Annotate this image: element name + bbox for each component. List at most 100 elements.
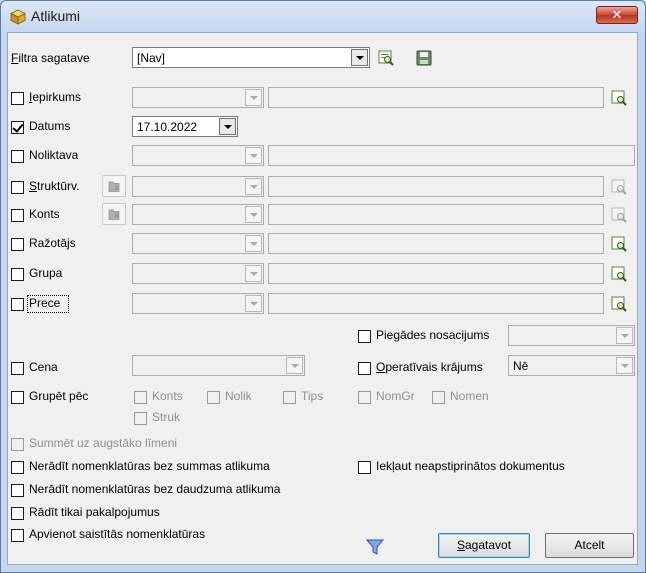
grupet-tips-label: Tips [301,389,324,403]
chevron-down-icon[interactable] [286,357,303,374]
neradit-summas-checkbox[interactable] [11,461,24,474]
datums-checkbox[interactable] [11,121,24,134]
iepirkums-checkbox[interactable] [11,92,24,105]
cena-checkbox[interactable] [11,362,24,375]
grupa-lookup-icon[interactable] [611,266,627,282]
save-icon[interactable] [416,50,432,66]
radit-pakalpojumus-checkbox[interactable] [11,507,24,520]
close-button[interactable]: ✕ [596,6,638,24]
strukturv-combo[interactable] [132,176,264,197]
close-icon: ✕ [611,7,623,22]
grupet-nomen-label: Nomen [450,389,489,403]
summet-checkbox[interactable] [11,438,24,451]
prece-field[interactable] [268,293,604,314]
grupa-combo[interactable] [132,263,264,284]
grupa-field[interactable] [268,263,604,284]
radit-pakalpojumus-label: Rādīt tikai pakalpojumus [29,505,160,519]
chevron-down-icon[interactable] [245,89,262,106]
chevron-down-icon[interactable] [245,147,262,164]
neradit-summas-label: Nerādīt nomenklatūras bez summas atlikum… [29,459,270,473]
grupet-nomgr-checkbox[interactable] [358,391,371,404]
cena-combo[interactable] [132,355,305,376]
neradit-daudzuma-label: Nerādīt nomenklatūras bez daudzuma atlik… [29,482,281,496]
grupet-nomen-checkbox[interactable] [432,391,445,404]
ieklaut-label: Iekļaut neapstiprinātos dokumentus [376,459,565,473]
title-bar[interactable]: Atlikumi ✕ [1,1,645,33]
operativais-combo[interactable]: Nē [508,355,635,376]
chevron-down-icon[interactable] [245,265,262,282]
filter-label: Filtra sagatave [11,51,90,65]
summet-label: Summēt uz augstāko līmeni [29,436,178,450]
strukturv-checkbox[interactable] [11,181,24,194]
strukturv-lookup-icon[interactable] [611,179,627,195]
iepirkums-lookup-icon[interactable] [611,90,627,106]
atcelt-button[interactable]: Atcelt [545,533,634,558]
chevron-down-icon[interactable] [245,178,262,195]
sagatavot-label-rest: agatavot [464,538,512,552]
iepirkums-combo[interactable] [132,87,264,108]
iepirkums-label-rest: epirkums [32,90,82,104]
folder-icon [108,181,120,192]
konts-field[interactable] [268,204,604,225]
chevron-down-icon[interactable] [219,118,236,135]
sagatavot-button[interactable]: Sagatavot [438,533,530,558]
operativais-checkbox[interactable] [358,362,371,375]
grupet-struk-checkbox[interactable] [134,412,147,425]
operativais-label: Operatīvais krājums [376,360,483,374]
razotajs-field[interactable] [268,233,604,254]
load-template-icon[interactable] [378,50,394,66]
noliktava-combo[interactable] [132,145,264,166]
neradit-daudzuma-checkbox[interactable] [11,484,24,497]
datums-date-value: 17.10.2022 [137,120,198,134]
noliktava-field[interactable] [268,145,635,166]
piegades-checkbox[interactable] [358,330,371,343]
strukturv-label-rest: truktūrv. [37,179,80,193]
konts-lookup-icon[interactable] [611,207,627,223]
iepirkums-field[interactable] [268,87,604,108]
strukturv-folder-button[interactable] [102,175,126,197]
piegades-combo[interactable] [508,325,635,346]
razotajs-combo[interactable] [132,233,264,254]
chevron-down-icon[interactable] [616,357,633,374]
konts-label: Konts [29,207,60,221]
chevron-down-icon[interactable] [245,295,262,312]
strukturv-mnemonic: S [29,179,38,193]
filter-template-value: [Nav] [137,51,166,65]
prece-checkbox[interactable] [11,298,24,311]
filter-label-rest: iltra sagatave [18,51,90,65]
noliktava-checkbox[interactable] [11,150,24,163]
razotajs-lookup-icon[interactable] [611,236,627,252]
ieklaut-checkbox[interactable] [358,461,371,474]
prece-combo[interactable] [132,293,264,314]
datums-date-picker[interactable]: 17.10.2022 [132,116,238,137]
grupa-label: Grupa [29,266,63,280]
apvienot-checkbox[interactable] [11,529,24,542]
grupet-tips-checkbox[interactable] [283,391,296,404]
sagatavot-mnemonic: S [456,538,465,552]
konts-folder-button[interactable] [102,203,126,225]
filter-template-select[interactable]: [Nav] [132,47,370,68]
grupa-checkbox[interactable] [11,268,24,281]
app-cube-icon [10,9,26,25]
noliktava-label: Noliktava [29,148,79,162]
razotajs-checkbox[interactable] [11,238,24,251]
konts-checkbox[interactable] [11,209,24,222]
chevron-down-icon[interactable] [245,206,262,223]
operativais-label-rest: peratīvais krājums [385,360,483,374]
operativais-value: Nē [513,359,529,373]
piegades-label: Piegādes nosacijums [376,328,490,342]
iepirkums-label: Iepirkums [29,90,81,104]
prece-lookup-icon[interactable] [611,296,627,312]
grupet-konts-checkbox[interactable] [134,391,147,404]
grupet-checkbox[interactable] [11,391,24,404]
strukturv-label: Struktūrv. [29,179,79,193]
chevron-down-icon[interactable] [245,235,262,252]
datums-label: Datums [29,119,71,133]
konts-combo[interactable] [132,204,264,225]
grupet-konts-label: Konts [152,389,183,403]
chevron-down-icon[interactable] [351,49,368,66]
chevron-down-icon[interactable] [616,327,633,344]
strukturv-field[interactable] [268,176,604,197]
filter-funnel-icon[interactable] [366,538,384,556]
grupet-nolik-checkbox[interactable] [207,391,220,404]
